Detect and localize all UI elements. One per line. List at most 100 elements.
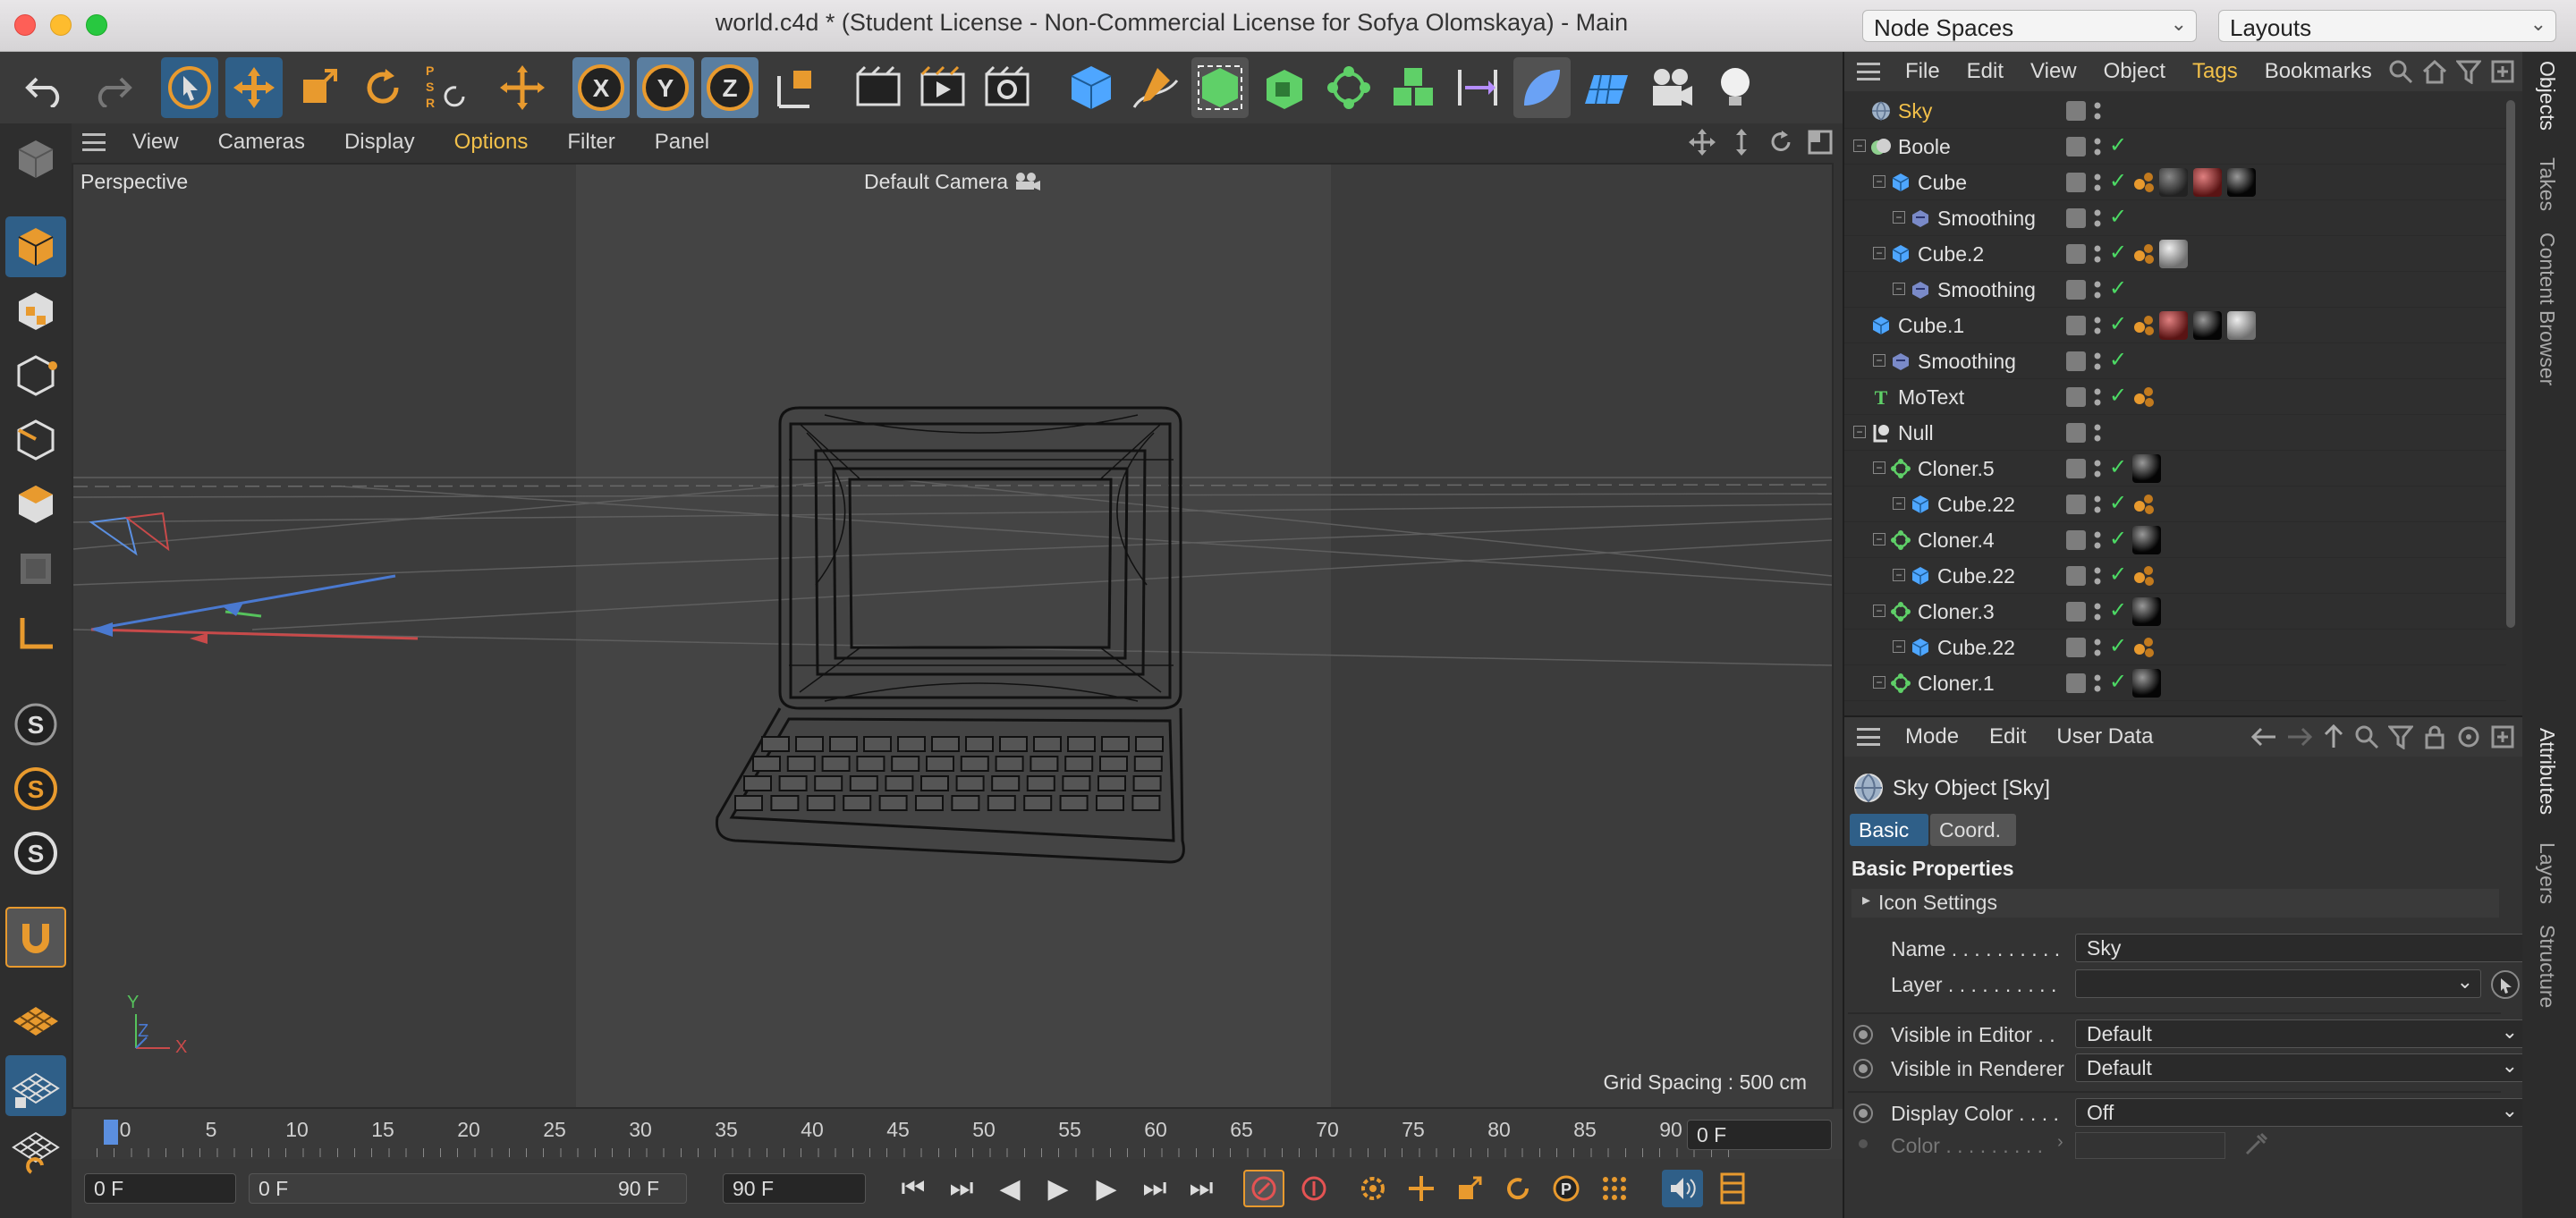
layer-swatch[interactable] (2066, 101, 2086, 121)
enabled-check-icon[interactable]: ✓ (2109, 132, 2127, 158)
x-axis-icon[interactable]: X (572, 57, 630, 118)
enabled-check-icon[interactable]: ✓ (2109, 562, 2127, 588)
fold-toggle-icon[interactable]: − (1873, 676, 1885, 689)
object-list-scrollbar[interactable] (2506, 100, 2515, 628)
search-icon[interactable] (2388, 59, 2413, 84)
object-row[interactable]: − Cloner.4 ✓ (1844, 522, 2506, 558)
render-picture-viewer-icon[interactable] (914, 57, 971, 118)
render-settings-icon[interactable] (979, 57, 1036, 118)
visibility-dots-icon[interactable] (2093, 529, 2102, 551)
material-tag-icon[interactable] (2227, 168, 2256, 197)
om-menu-file[interactable]: File (1905, 59, 1940, 84)
visibility-dots-icon[interactable] (2093, 422, 2102, 444)
search-icon[interactable] (2354, 724, 2379, 749)
object-row[interactable]: − Smoothing ✓ (1844, 200, 2506, 236)
layer-swatch[interactable] (2066, 566, 2086, 586)
object-row[interactable]: Sky (1844, 93, 2506, 129)
y-axis-icon[interactable]: Y (637, 57, 694, 118)
object-row[interactable]: T MoText ✓ (1844, 379, 2506, 415)
tab-basic[interactable]: Basic (1850, 814, 1928, 846)
pan-view-icon[interactable] (1689, 129, 1716, 156)
object-row[interactable]: − Boole ✓ (1844, 129, 2506, 165)
phong-tag-icon[interactable] (2132, 386, 2156, 408)
enabled-check-icon[interactable]: ✓ (2109, 275, 2127, 301)
autokeying-icon[interactable] (1293, 1170, 1335, 1207)
floor-icon[interactable] (1578, 57, 1635, 118)
enabled-check-icon[interactable]: ✓ (2109, 633, 2127, 659)
object-row[interactable]: Cube.1 ✓ (1844, 308, 2506, 343)
layer-swatch[interactable] (2066, 602, 2086, 622)
previous-frame-icon[interactable]: ◀ (989, 1170, 1030, 1207)
fold-toggle-icon[interactable]: − (1873, 605, 1885, 617)
fold-toggle-icon[interactable]: − (1873, 354, 1885, 367)
next-key-icon[interactable]: ⏭ (1134, 1170, 1175, 1207)
snap-workplane-icon[interactable]: S (5, 823, 66, 884)
end-frame-field[interactable]: 90 F (723, 1173, 866, 1204)
side-tab-content-browser[interactable]: Content Browser (2535, 233, 2559, 385)
viewport-menu-display[interactable]: Display (344, 130, 415, 155)
node-spaces-select[interactable]: Node Spaces ⌄ (1862, 10, 2197, 42)
fold-toggle-icon[interactable]: − (1853, 426, 1866, 438)
scale-icon[interactable] (290, 57, 347, 118)
layer-swatch[interactable] (2066, 673, 2086, 693)
fold-toggle-icon[interactable]: − (1893, 211, 1905, 224)
symmetry-icon[interactable] (1449, 57, 1506, 118)
enabled-check-icon[interactable]: ✓ (2109, 204, 2127, 230)
snap-icon[interactable]: S (5, 694, 66, 755)
material-tag-icon[interactable] (2159, 311, 2188, 340)
cube-icon[interactable] (1063, 57, 1120, 118)
viewport-perspective[interactable]: Perspective Default Camera Y Z X Grid Sp… (72, 163, 1834, 1109)
key-scale-icon[interactable] (1449, 1170, 1490, 1207)
layer-swatch[interactable] (2066, 423, 2086, 443)
maximize-view-icon[interactable] (1807, 129, 1834, 156)
display-color-select[interactable]: Off ⌄ (2075, 1098, 2526, 1127)
object-row[interactable]: − Cloner.3 ✓ (1844, 594, 2506, 630)
current-frame-field[interactable]: 0 F (1687, 1120, 1832, 1150)
side-tab-layers[interactable]: Layers (2535, 842, 2559, 904)
timeline-ruler[interactable]: 0 5 10 15 20 25 30 35 40 45 50 55 60 65 70 75 80 85 90 0 F (72, 1109, 1843, 1159)
hamburger-icon[interactable] (1857, 728, 1880, 746)
key-rotation-icon[interactable] (1497, 1170, 1538, 1207)
start-frame-field[interactable]: 0 F (84, 1173, 236, 1204)
phong-tag-icon[interactable] (2132, 243, 2156, 265)
layer-swatch[interactable] (2066, 137, 2086, 156)
material-tag-icon[interactable] (2132, 669, 2161, 698)
extrude-icon[interactable] (1256, 57, 1313, 118)
visible-in-editor-keyframe[interactable] (1853, 1025, 1873, 1045)
om-menu-bookmarks[interactable]: Bookmarks (2265, 59, 2372, 84)
settings-icon[interactable] (2456, 724, 2481, 749)
undo-icon[interactable] (18, 57, 75, 118)
layouts-select[interactable]: Layouts ⌄ (2218, 10, 2556, 42)
zoom-view-icon[interactable] (1728, 129, 1755, 156)
material-tag-icon[interactable] (2227, 311, 2256, 340)
render-view-icon[interactable] (850, 57, 907, 118)
side-tab-takes[interactable]: Takes (2535, 157, 2559, 211)
viewport-menu-filter[interactable]: Filter (567, 130, 614, 155)
enabled-check-icon[interactable]: ✓ (2109, 669, 2127, 695)
visibility-dots-icon[interactable] (2093, 565, 2102, 587)
hamburger-icon[interactable] (82, 133, 106, 151)
layer-swatch[interactable] (2066, 459, 2086, 478)
object-row[interactable]: − Null (1844, 415, 2506, 451)
viewport-menu-options[interactable]: Options (454, 130, 529, 155)
phong-tag-icon[interactable] (2132, 637, 2156, 658)
rotate-view-icon[interactable] (1767, 129, 1794, 156)
key-parameter-icon[interactable]: P (1546, 1170, 1587, 1207)
viewport-menu-panel[interactable]: Panel (655, 130, 709, 155)
material-tag-icon[interactable] (2193, 311, 2222, 340)
enabled-check-icon[interactable]: ✓ (2109, 597, 2127, 623)
object-row[interactable]: − Smoothing ✓ (1844, 343, 2506, 379)
layer-picker-icon[interactable] (2490, 969, 2521, 1000)
object-row[interactable]: − Cube.2 ✓ (1844, 236, 2506, 272)
visibility-dots-icon[interactable] (2093, 315, 2102, 336)
play-icon[interactable]: ▶ (1038, 1170, 1079, 1207)
visibility-dots-icon[interactable] (2093, 243, 2102, 265)
object-row[interactable]: − Cube ✓ (1844, 165, 2506, 200)
array-icon[interactable] (1385, 57, 1442, 118)
fold-toggle-icon[interactable]: − (1873, 533, 1885, 546)
close-window-button[interactable] (14, 14, 36, 36)
new-window-icon[interactable] (2490, 724, 2515, 749)
enabled-check-icon[interactable]: ✓ (2109, 168, 2127, 194)
next-frame-icon[interactable]: ▶ (1086, 1170, 1127, 1207)
phong-tag-icon[interactable] (2132, 565, 2156, 587)
